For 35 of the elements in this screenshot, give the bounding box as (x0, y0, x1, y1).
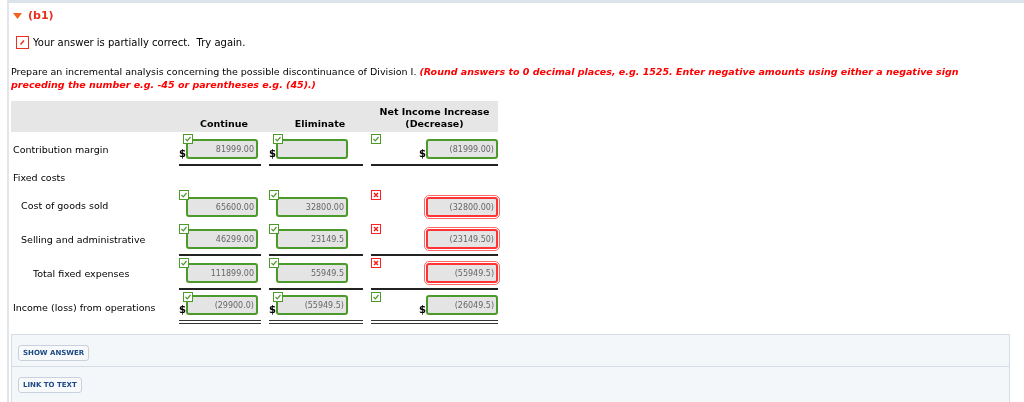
answer-field[interactable]: (23149.50) (426, 229, 498, 249)
currency-sign: $ (419, 148, 426, 159)
caret-down-icon[interactable] (13, 12, 22, 19)
answer-field[interactable]: (55949.5) (426, 263, 498, 283)
answer-field[interactable]: (26049.5) (426, 295, 498, 315)
row-label: Total fixed expenses (32, 267, 131, 279)
instructions-text: Prepare an incremental analysis concerning the possible discontinuance of Division I. (Round answers to 0 decimal places, e.g. 1525. Enter negative amounts using either a negative sign preceding the number e.g. -45 or parentheses e.g. (45).) (11, 65, 960, 91)
currency-sign: $ (179, 304, 186, 315)
answer-field[interactable]: 32800.00 (276, 197, 348, 217)
partial-credit-icon (16, 36, 29, 49)
row-label: Income (loss) from operations (12, 301, 157, 313)
answer-field[interactable]: 81999.00 (185, 139, 258, 159)
answer-field[interactable]: 65600.00 (186, 197, 258, 217)
row-label: Cost of goods sold (20, 199, 110, 211)
feedback-text: Your answer is partially correct. Try again. (33, 37, 246, 48)
answer-field[interactable]: (55949.5) (275, 295, 348, 315)
answer-field[interactable]: 111899.00 (186, 263, 258, 283)
answer-field[interactable]: (29900.0) (185, 295, 258, 315)
row-label: Fixed costs (12, 171, 67, 183)
currency-sign: $ (179, 148, 186, 159)
column-header: Eliminate (293, 118, 347, 130)
part-label: (b1) (28, 9, 54, 22)
column-header: Net Income Increase (Decrease) (378, 106, 491, 130)
answer-field[interactable]: (81999.00) (426, 139, 498, 159)
answer-field[interactable]: 46299.00 (186, 229, 258, 249)
column-header: Continue (199, 118, 249, 130)
answer-field[interactable]: 23149.5 (276, 229, 348, 249)
currency-sign: $ (269, 148, 276, 159)
currency-sign: $ (269, 304, 276, 315)
row-label: Contribution margin (12, 143, 110, 155)
answer-field[interactable]: (32800.00) (426, 197, 498, 217)
currency-sign: $ (419, 304, 426, 315)
answer-field[interactable]: 55949.5 (276, 263, 348, 283)
answer-field[interactable] (275, 139, 348, 159)
row-label: Selling and administrative (20, 233, 147, 245)
